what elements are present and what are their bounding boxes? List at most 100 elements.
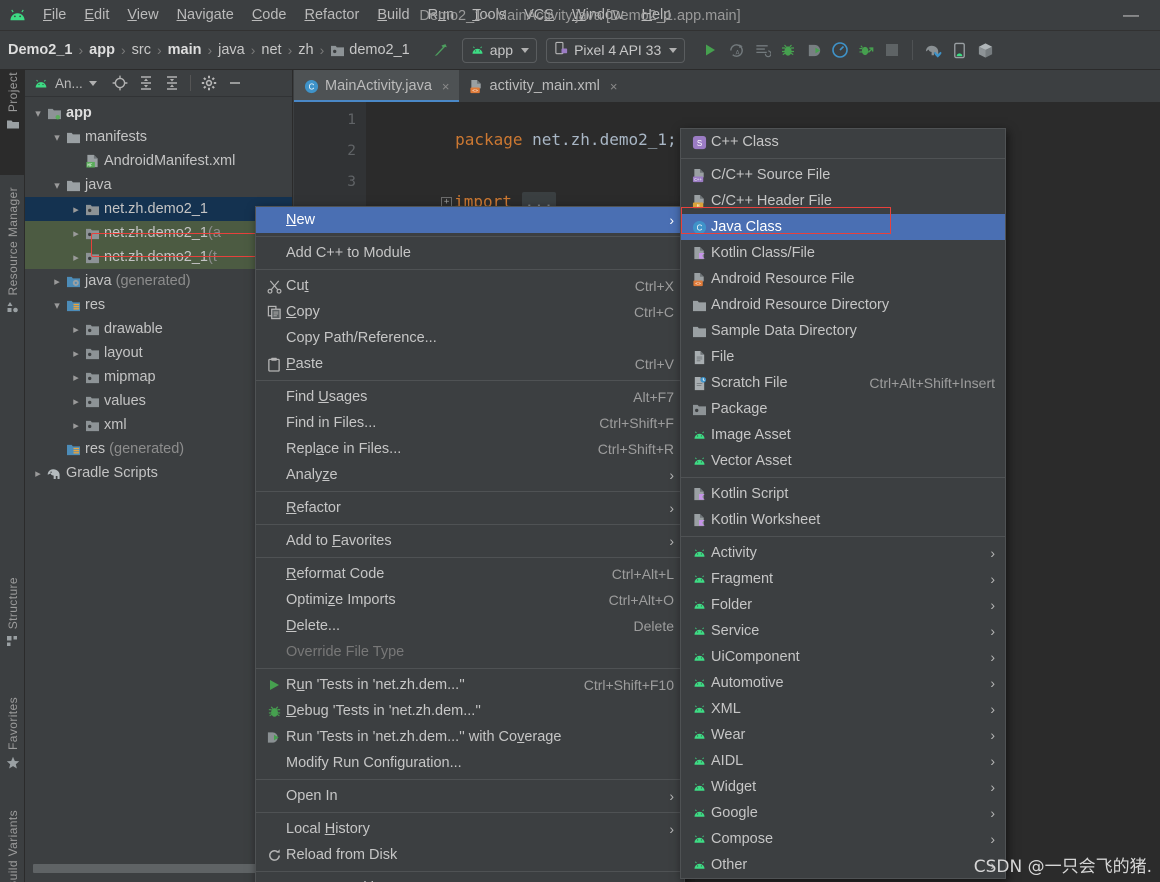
menu-item-refactor[interactable]: Refactor › [256, 495, 684, 521]
menu-item-other[interactable]: Other › [681, 852, 1005, 878]
context-menu[interactable]: New › Add C++ to Module Cut Ctrl+X Copy Ctrl+C… [255, 206, 685, 882]
breadcrumb-item-zh[interactable]: zh [298, 42, 313, 58]
menu-item-fragment[interactable]: Fragment › [681, 566, 1005, 592]
menu-item-activity[interactable]: Activity › [681, 540, 1005, 566]
tree-node-gradle-scripts[interactable]: ▸ Gradle Scripts [25, 461, 292, 485]
menu-item-local-history[interactable]: Local History › [256, 816, 684, 842]
menu-item-image-asset[interactable]: Image Asset [681, 422, 1005, 448]
menu-item-wear[interactable]: Wear › [681, 722, 1005, 748]
menu-item-copy-path-reference[interactable]: Copy Path/Reference... [256, 325, 684, 351]
chevron-right-icon[interactable]: ▸ [69, 371, 83, 384]
tree-node-java[interactable]: ▾ java [25, 173, 292, 197]
menu-item-android-resource-file[interactable]: <> Android Resource File [681, 266, 1005, 292]
menu-item-code[interactable]: Code [243, 4, 296, 26]
profiler-button[interactable] [827, 37, 853, 63]
tree-node-values[interactable]: ▸ values [25, 389, 292, 413]
menu-item-help[interactable]: Help [632, 4, 680, 26]
minus-icon[interactable] [223, 72, 247, 94]
menu-item-add-to-favorites[interactable]: Add to Favorites › [256, 528, 684, 554]
breadcrumb-item-net[interactable]: net [261, 42, 281, 58]
menu-item-find-in-files[interactable]: Find in Files... Ctrl+Shift+F [256, 410, 684, 436]
module-selector[interactable]: app [461, 37, 538, 63]
menu-item-run-tests-in-net-zh-dem-with-coverage[interactable]: Run 'Tests in 'net.zh.dem...'' with Cove… [256, 724, 684, 750]
chevron-right-icon[interactable]: ▸ [69, 251, 83, 264]
stop-button[interactable] [879, 37, 905, 63]
breadcrumb-item-demo2-1[interactable]: Demo2_1 [8, 42, 72, 58]
menu-item-find-usages[interactable]: Find Usages Alt+F7 [256, 384, 684, 410]
menu-item-xml[interactable]: XML › [681, 696, 1005, 722]
menu-item-sample-data-directory[interactable]: Sample Data Directory [681, 318, 1005, 344]
menu-item-cut[interactable]: Cut Ctrl+X [256, 273, 684, 299]
breadcrumb-item-demo2-1[interactable]: demo2_1 [330, 42, 410, 58]
menu-item-window[interactable]: Window [563, 4, 633, 26]
breadcrumb-item-java[interactable]: java [218, 42, 245, 58]
close-icon[interactable]: × [442, 79, 450, 94]
breadcrumb[interactable]: Demo2_1 › app › src › main › java › net › zh › demo2_1 [8, 42, 410, 58]
tree-node-mipmap[interactable]: ▸ mipmap [25, 365, 292, 389]
menu-item-modify-run-configuration[interactable]: Modify Run Configuration... [256, 750, 684, 776]
menu-item-c-c-source-file[interactable]: C++ C/C++ Source File [681, 162, 1005, 188]
tree-node-net-zh-demo2-1[interactable]: ▸ net.zh.demo2_1 (a [25, 221, 292, 245]
menu-item-uicomponent[interactable]: UiComponent › [681, 644, 1005, 670]
menu-item-build[interactable]: Build [368, 4, 418, 26]
menu-item-add-c-to-module[interactable]: Add C++ to Module [256, 240, 684, 266]
tree-node-net-zh-demo2-1[interactable]: ▸ net.zh.demo2_1 (t [25, 245, 292, 269]
sidebar-item-project[interactable]: Project [0, 70, 25, 175]
menu-item-view[interactable]: View [118, 4, 167, 26]
menu-item-compare-with[interactable]: Compare With...Ctrl+D [256, 875, 684, 882]
menu-item-c-class[interactable]: S C++ Class [681, 129, 1005, 155]
tree-node-app[interactable]: ▾ app [25, 101, 292, 125]
editor-tab-activity-main-xml[interactable]: <> activity_main.xml × [459, 70, 627, 102]
sdk-manager-button[interactable] [972, 37, 998, 63]
menu-item-analyze[interactable]: Analyze › [256, 462, 684, 488]
tree-node-androidmanifest-xml[interactable]: MF AndroidManifest.xml [25, 149, 292, 173]
menu-item-vector-asset[interactable]: Vector Asset [681, 448, 1005, 474]
sidebar-item-structure[interactable]: Structure [0, 575, 25, 680]
chevron-right-icon[interactable]: ▸ [69, 419, 83, 432]
tree-node-res[interactable]: ▾ res [25, 293, 292, 317]
menu-item-scratch-file[interactable]: Scratch File Ctrl+Alt+Shift+Insert [681, 370, 1005, 396]
project-view-selector-label[interactable]: An... [55, 76, 83, 91]
menu-item-java-class[interactable]: C Java Class [681, 214, 1005, 240]
menu-item-refactor[interactable]: Refactor [296, 4, 369, 26]
menu-item-edit[interactable]: Edit [75, 4, 118, 26]
menu-item-paste[interactable]: Paste Ctrl+V [256, 351, 684, 377]
chevron-right-icon[interactable]: ▸ [69, 203, 83, 216]
gear-icon[interactable] [197, 72, 221, 94]
tree-node-java-generated-[interactable]: ▸ java (generated) [25, 269, 292, 293]
menu-item-delete[interactable]: Delete... Delete [256, 613, 684, 639]
menu-item-google[interactable]: Google › [681, 800, 1005, 826]
project-tree[interactable]: ▾ app ▾ manifests MF AndroidManifest.xml ▾ java… [25, 98, 292, 856]
menu-item-compose[interactable]: Compose › [681, 826, 1005, 852]
menu-item-android-resource-directory[interactable]: Android Resource Directory [681, 292, 1005, 318]
chevron-right-icon[interactable]: ▸ [31, 467, 45, 480]
menu-item-reformat-code[interactable]: Reformat Code Ctrl+Alt+L [256, 561, 684, 587]
apply-changes-button[interactable]: A [723, 37, 749, 63]
collapse-all-icon[interactable] [160, 72, 184, 94]
sidebar-item-build-variants[interactable]: Build Variants [0, 808, 25, 882]
chevron-down-icon[interactable]: ▾ [31, 107, 45, 120]
target-icon[interactable] [108, 72, 132, 94]
new-submenu[interactable]: S C++ Class C++ C/C++ Source File H C/C++ Hea… [680, 128, 1006, 879]
avd-manager-button[interactable] [946, 37, 972, 63]
menu-item-automotive[interactable]: Automotive › [681, 670, 1005, 696]
menu-item-kotlin-script[interactable]: Kotlin Script [681, 481, 1005, 507]
run-with-coverage-button[interactable] [853, 37, 879, 63]
menu-item-tools[interactable]: Tools [463, 4, 515, 26]
breadcrumb-item-src[interactable]: src [132, 42, 151, 58]
menu-item-file[interactable]: File [681, 344, 1005, 370]
menu-item-vcs[interactable]: VCS [515, 4, 563, 26]
tree-node-xml[interactable]: ▸ xml [25, 413, 292, 437]
menu-item-navigate[interactable]: Navigate [168, 4, 243, 26]
menu-item-aidl[interactable]: AIDL › [681, 748, 1005, 774]
chevron-down-icon[interactable]: ▾ [50, 131, 64, 144]
menu-item-folder[interactable]: Folder › [681, 592, 1005, 618]
chevron-right-icon[interactable]: ▸ [69, 395, 83, 408]
sidebar-item-favorites[interactable]: Favorites [0, 695, 25, 795]
menu-item-file[interactable]: File [34, 4, 75, 26]
chevron-right-icon[interactable]: ▸ [69, 323, 83, 336]
menu-item-c-c-header-file[interactable]: H C/C++ Header File [681, 188, 1005, 214]
device-selector[interactable]: Pixel 4 API 33 [546, 37, 686, 63]
tree-node-res-generated-[interactable]: res (generated) [25, 437, 292, 461]
tree-node-manifests[interactable]: ▾ manifests [25, 125, 292, 149]
